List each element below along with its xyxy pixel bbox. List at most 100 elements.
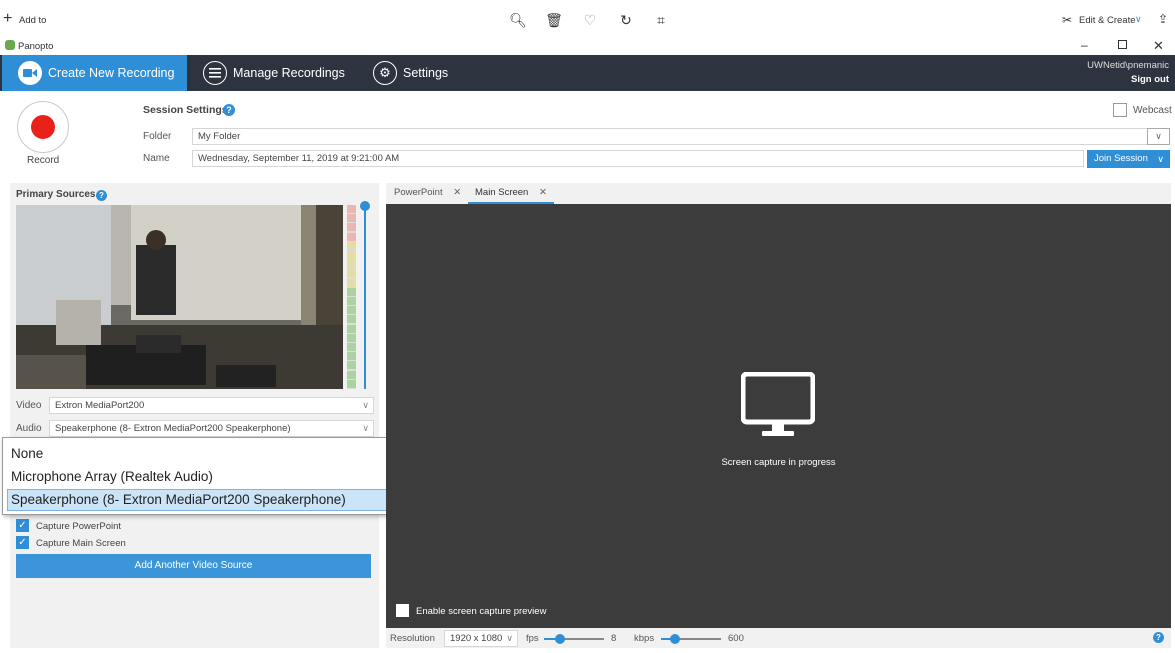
meter-cell <box>347 297 356 305</box>
chevron-down-icon: ∨ <box>1157 154 1164 164</box>
meter-cell <box>347 324 356 333</box>
fps-slider-thumb[interactable] <box>555 634 565 644</box>
capture-status: Screen capture in progress <box>721 457 836 468</box>
audio-level-meter <box>347 205 356 389</box>
app-title: Panopto <box>18 41 54 52</box>
audio-option-selected-label: Speakerphone (8- Extron MediaPort200 Spe… <box>11 492 346 507</box>
sign-out-link[interactable]: Sign out <box>1131 74 1169 85</box>
chevron-down-icon: ∨ <box>506 633 513 643</box>
tab-powerpoint-label: PowerPoint <box>394 187 443 198</box>
zoom-icon[interactable]: 🔍︎ <box>508 10 528 30</box>
close-button[interactable]: ✕ <box>1153 38 1164 54</box>
audio-select[interactable]: Speakerphone (8- Extron MediaPort200 Spe… <box>49 420 374 437</box>
capture-main-screen-label: Capture Main Screen <box>36 538 126 549</box>
minimize-button[interactable]: – <box>1081 38 1088 52</box>
tab-main-screen[interactable]: Main Screen ✕ <box>468 183 554 204</box>
add-video-source-button[interactable]: Add Another Video Source <box>16 554 371 578</box>
resolution-label: Resolution <box>390 633 435 644</box>
meter-cell <box>347 315 356 324</box>
folder-value: My Folder <box>198 131 241 142</box>
app-titlebar: Panopto – ✕ <box>0 38 1175 55</box>
viewer-toolbar: + Add to 🔍︎ 🗑︎ ♡ ↻ ⌗ ✂ Edit & Create ∨ ⇪ <box>0 0 1175 38</box>
main-nav: Create New Recording Manage Recordings ⚙… <box>0 55 1175 91</box>
restore-button[interactable] <box>1118 40 1127 49</box>
video-value: Extron MediaPort200 <box>55 400 145 411</box>
enable-preview-checkbox[interactable] <box>396 604 409 617</box>
meter-cell <box>347 333 356 342</box>
close-icon[interactable]: ✕ <box>539 187 547 198</box>
meter-cell <box>347 278 356 287</box>
preview-panel: PowerPoint ✕ Main Screen ✕ Screen captur… <box>386 183 1171 648</box>
rotate-icon[interactable]: ↻ <box>616 10 636 30</box>
session-settings-title: Session Settings <box>143 104 228 116</box>
crop-icon[interactable]: ⌗ <box>651 10 671 30</box>
video-preview <box>16 205 343 389</box>
folder-label: Folder <box>143 131 172 142</box>
tab-create-recording[interactable]: Create New Recording <box>2 55 187 91</box>
tab-powerpoint[interactable]: PowerPoint ✕ <box>394 187 461 198</box>
record-button[interactable] <box>17 101 69 153</box>
meter-cell <box>347 241 356 250</box>
record-label: Record <box>27 155 60 166</box>
primary-sources-title: Primary Sources <box>16 189 96 200</box>
webcast-label: Webcast <box>1133 105 1172 116</box>
help-icon[interactable]: ? <box>1153 632 1164 643</box>
meter-cell <box>347 205 356 213</box>
tab-main-screen-label: Main Screen <box>475 187 529 198</box>
record-dot-icon <box>31 115 55 139</box>
audio-value: Speakerphone (8- Extron MediaPort200 Spe… <box>55 423 291 434</box>
chevron-down-icon: ∨ <box>362 423 369 433</box>
meter-cell <box>347 361 356 370</box>
add-to-button[interactable]: Add to <box>19 15 46 26</box>
enable-preview-label: Enable screen capture preview <box>416 606 547 617</box>
heart-icon[interactable]: ♡ <box>580 10 600 30</box>
folder-select[interactable]: My Folder <box>192 128 1170 145</box>
name-value: Wednesday, September 11, 2019 at 9:21:00… <box>198 153 400 164</box>
help-icon[interactable]: ? <box>223 104 235 116</box>
capture-main-screen-checkbox[interactable]: ✓ <box>16 536 29 549</box>
chevron-down-icon[interactable]: ∨ <box>1147 128 1170 145</box>
camera-icon <box>18 61 42 85</box>
edit-icon: ✂ <box>1062 13 1073 27</box>
gear-icon: ⚙ <box>373 61 397 85</box>
tab-manage-label: Manage Recordings <box>233 66 345 80</box>
share-icon[interactable]: ⇪ <box>1158 12 1168 26</box>
audio-option[interactable]: Microphone Array (Realtek Audio) <box>11 469 213 484</box>
panopto-logo-icon <box>5 40 15 50</box>
join-session-button[interactable]: Join Session ∨ <box>1087 150 1170 168</box>
resolution-select[interactable]: 1920 x 1080 ∨ <box>444 630 518 647</box>
audio-option-selected[interactable]: Speakerphone (8- Extron MediaPort200 Spe… <box>7 489 451 511</box>
meter-cell <box>347 379 356 388</box>
capture-powerpoint-label: Capture PowerPoint <box>36 521 122 532</box>
help-icon[interactable]: ? <box>96 190 107 201</box>
tab-settings[interactable]: ⚙ Settings <box>373 55 448 91</box>
fps-value: 8 <box>611 633 617 644</box>
meter-cell <box>347 343 356 351</box>
fps-label: fps <box>526 633 539 644</box>
plus-icon[interactable]: + <box>3 11 12 27</box>
close-icon[interactable]: ✕ <box>453 187 461 198</box>
user-name: UWNetid\pnemanic <box>1087 60 1169 71</box>
audio-label: Audio <box>16 423 42 434</box>
screen-preview-area: Screen capture in progress Enable screen… <box>386 204 1171 628</box>
tab-manage-recordings[interactable]: Manage Recordings <box>203 55 345 91</box>
audio-option[interactable]: None <box>11 446 43 461</box>
edit-create-button[interactable]: Edit & Create <box>1079 15 1136 26</box>
meter-cell <box>347 306 356 315</box>
video-select[interactable]: Extron MediaPort200 ∨ <box>49 397 374 414</box>
kbps-slider-thumb[interactable] <box>670 634 680 644</box>
video-label: Video <box>16 400 42 411</box>
volume-slider-track[interactable] <box>364 205 366 389</box>
tab-settings-label: Settings <box>403 66 449 80</box>
meter-cell <box>347 269 356 278</box>
name-input[interactable]: Wednesday, September 11, 2019 at 9:21:00… <box>192 150 1084 167</box>
capture-powerpoint-checkbox[interactable]: ✓ <box>16 519 29 532</box>
webcast-checkbox[interactable] <box>1113 103 1127 117</box>
kbps-value: 600 <box>728 633 744 644</box>
volume-slider-thumb[interactable] <box>360 201 370 211</box>
meter-cell <box>347 260 356 269</box>
delete-icon[interactable]: 🗑︎ <box>544 10 564 30</box>
chevron-down-icon[interactable]: ∨ <box>1135 14 1142 25</box>
meter-cell <box>347 223 356 232</box>
name-label: Name <box>143 153 170 164</box>
